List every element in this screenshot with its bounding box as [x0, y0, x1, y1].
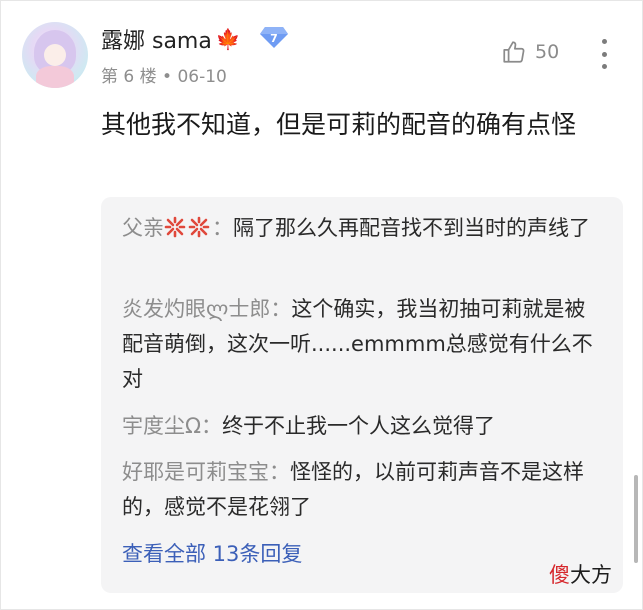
reply-author[interactable]: 宇度尘Ω：: [122, 414, 222, 438]
thumbs-up-icon: [503, 41, 525, 63]
watermark-accent: 傻: [549, 563, 570, 587]
comment-date: 06-10: [177, 67, 227, 87]
watermark: 傻大方: [549, 559, 612, 589]
more-vertical-icon[interactable]: [597, 39, 611, 69]
username[interactable]: 露娜 sama 🍁: [101, 23, 241, 55]
level-number: 7: [270, 32, 278, 45]
like-count: 50: [535, 41, 560, 63]
comment-card: 露娜 sama 🍁 7 第 6 楼 • 06-10 50 其他我不知道，但是可莉…: [0, 0, 643, 610]
reply-colon: ：: [212, 216, 233, 240]
diamond-level-icon: 7: [260, 27, 288, 48]
reply-text: 终于不止我一个人这么觉得了: [222, 414, 496, 438]
reply-author[interactable]: 炎发灼眼ლ士郎：: [122, 297, 291, 321]
reply-item[interactable]: 宇度尘Ω：终于不止我一个人这么觉得了: [122, 409, 602, 444]
reply-text: 隔了那么久再配音找不到当时的声线了: [233, 216, 590, 240]
scrollbar[interactable]: [634, 475, 638, 563]
watermark-text: 大方: [570, 563, 612, 587]
reply-author[interactable]: 好耶是可莉宝宝：: [122, 460, 290, 484]
angry-emoji-icon: [188, 216, 210, 238]
view-all-replies-link[interactable]: 查看全部 13条回复: [122, 538, 302, 568]
comment-content: 其他我不知道，但是可莉的配音的确有点怪: [101, 110, 577, 139]
floor-label: 第 6 楼: [101, 67, 157, 87]
reply-item[interactable]: 父亲 ：隔了那么久再配音找不到当时的声线了: [122, 211, 602, 246]
reply-item[interactable]: 炎发灼眼ლ士郎：这个确实，我当初抽可莉就是被配音萌倒，这次一听......emm…: [122, 292, 602, 397]
reply-item[interactable]: 好耶是可莉宝宝：怪怪的，以前可莉声音不是这样的，感觉不是花翎了: [122, 455, 602, 525]
username-text: 露娜 sama: [101, 29, 212, 54]
reply-list: 父亲 ：隔了那么久再配音找不到当时的声线了 炎发灼眼ლ士郎：这个确实，我当初抽可莉…: [101, 197, 623, 593]
like-button[interactable]: 50: [501, 39, 559, 65]
reply-author[interactable]: 父亲: [122, 216, 164, 240]
avatar[interactable]: [22, 22, 88, 88]
meta-separator: •: [162, 67, 178, 87]
maple-leaf-icon: 🍁: [215, 27, 241, 51]
comment-meta: 第 6 楼 • 06-10: [101, 62, 227, 87]
angry-emoji-icon: [164, 216, 186, 238]
